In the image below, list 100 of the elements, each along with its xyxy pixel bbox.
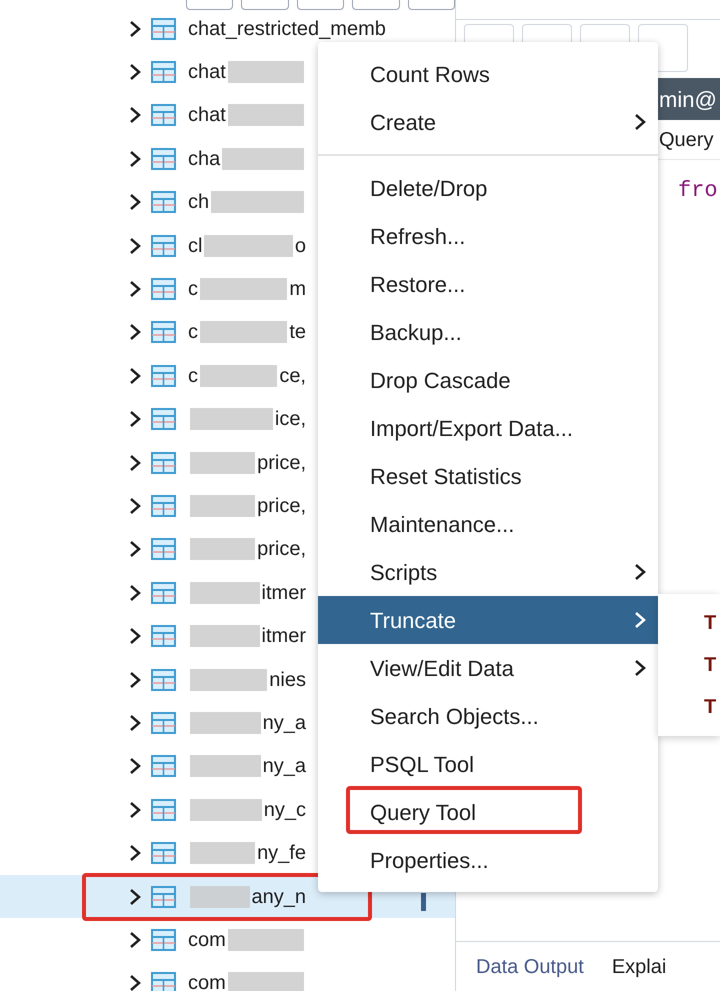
menu-item[interactable]: Query Tool (318, 788, 658, 836)
chevron-icon[interactable] (128, 410, 142, 428)
chevron-icon (634, 659, 646, 677)
table-name[interactable]: price, (257, 448, 306, 478)
blurred-text (190, 625, 260, 648)
chevron-icon[interactable] (128, 627, 142, 646)
table-name[interactable]: ny_fe (257, 838, 306, 868)
table-name[interactable]: c (188, 317, 198, 348)
blurred-text (190, 494, 256, 517)
table-icon (151, 972, 176, 991)
chevron-icon[interactable] (128, 323, 142, 342)
blurred-text (190, 886, 250, 908)
chevron-icon[interactable] (128, 366, 142, 385)
menu-item[interactable]: Backup... (318, 308, 658, 356)
tree-row[interactable]: com (0, 962, 455, 991)
chevron-icon[interactable] (128, 800, 142, 819)
blurred-text (190, 842, 256, 864)
table-name[interactable]: com (188, 924, 226, 955)
table-name[interactable]: c (188, 274, 198, 304)
menu-item[interactable]: Refresh... (318, 212, 658, 260)
table-icon (151, 234, 176, 257)
result-tab[interactable]: Data Output (476, 952, 584, 982)
table-icon (151, 321, 176, 344)
menu-item[interactable]: View/Edit Data (318, 644, 658, 692)
blurred-text (190, 712, 261, 734)
menu-item[interactable]: PSQL Tool (318, 740, 658, 788)
chevron-icon[interactable] (128, 844, 142, 862)
blurred-text (190, 755, 261, 778)
table-name[interactable]: any_n (252, 882, 306, 912)
chevron-icon[interactable] (128, 930, 142, 949)
result-tab[interactable]: Explai (612, 952, 666, 982)
table-icon (151, 582, 176, 604)
chevron-icon[interactable] (128, 757, 142, 776)
menu-item[interactable]: T (704, 650, 716, 680)
chevron-icon[interactable] (128, 63, 142, 82)
table-name[interactable]: ch (188, 187, 210, 218)
chevron-icon[interactable] (128, 888, 142, 906)
table-name[interactable]: itmer (262, 578, 306, 608)
blurred-text (190, 798, 262, 821)
chevron-icon[interactable] (128, 20, 142, 38)
chevron-icon[interactable] (128, 974, 142, 991)
menu-item[interactable]: Truncate (318, 596, 658, 644)
chevron-icon[interactable] (128, 584, 142, 602)
table-icon (151, 712, 176, 734)
scrollbar-thumb[interactable] (421, 893, 426, 911)
table-name[interactable]: price, (257, 534, 306, 564)
chevron-icon[interactable] (128, 714, 142, 732)
table-name[interactable]: com (188, 968, 226, 991)
chevron-icon[interactable] (128, 193, 142, 212)
chevron-icon (634, 113, 646, 131)
chevron-icon[interactable] (128, 236, 142, 255)
table-icon (151, 538, 176, 560)
blurred-text (190, 452, 256, 474)
table-name[interactable]: itmer (262, 621, 306, 652)
table-name[interactable]: nies (269, 664, 306, 695)
chevron-icon[interactable] (128, 106, 142, 124)
chevron-icon[interactable] (128, 540, 142, 558)
chevron-icon[interactable] (128, 280, 142, 298)
menu-item[interactable]: T (704, 692, 716, 722)
table-icon (151, 408, 176, 430)
chevron-icon[interactable] (128, 150, 142, 168)
table-name[interactable]: c (188, 360, 198, 391)
menu-item[interactable]: Scripts (318, 548, 658, 596)
table-name[interactable]: price, (257, 490, 306, 521)
menu-item[interactable]: T (704, 608, 716, 638)
table-name[interactable]: cha (188, 144, 220, 174)
table-icon (151, 148, 176, 170)
table-name[interactable]: te (289, 317, 306, 348)
menu-item[interactable]: Import/Export Data... (318, 404, 658, 452)
table-name[interactable]: ce, (279, 360, 306, 391)
table-icon (151, 886, 176, 908)
table-name[interactable]: ny_a (262, 708, 306, 738)
table-icon (151, 191, 176, 214)
chevron-icon[interactable] (128, 454, 142, 472)
table-name[interactable]: cl (188, 230, 202, 261)
table-icon (151, 798, 176, 821)
code-keyword: fro (678, 178, 718, 203)
tree-row[interactable]: com (0, 918, 455, 962)
table-name[interactable]: ny_a (262, 751, 306, 782)
tree-row[interactable]: chat_restricted_memb (0, 7, 455, 50)
table-name[interactable]: chat (188, 57, 226, 88)
query-tab[interactable]: Query (659, 124, 714, 154)
blurred-text (190, 538, 256, 560)
table-name[interactable]: ice, (274, 404, 306, 434)
chevron-icon[interactable] (128, 496, 142, 515)
table-icon (151, 625, 176, 648)
table-name[interactable]: o (294, 230, 306, 261)
table-name[interactable]: ny_c (264, 794, 306, 825)
menu-item[interactable]: Search Objects... (318, 692, 658, 740)
menu-item[interactable]: Drop Cascade (318, 356, 658, 404)
chevron-icon (634, 611, 646, 629)
table-icon (151, 364, 176, 387)
table-name[interactable]: chat (188, 100, 226, 130)
table-icon (151, 928, 176, 951)
table-name[interactable]: chat_restricted_memb (188, 14, 386, 44)
chevron-icon[interactable] (128, 670, 142, 689)
menu-item[interactable]: Maintenance... (318, 500, 658, 548)
table-name[interactable]: m (289, 274, 306, 304)
menu-item[interactable]: Reset Statistics (318, 452, 658, 500)
menu-item[interactable]: Restore... (318, 260, 658, 308)
